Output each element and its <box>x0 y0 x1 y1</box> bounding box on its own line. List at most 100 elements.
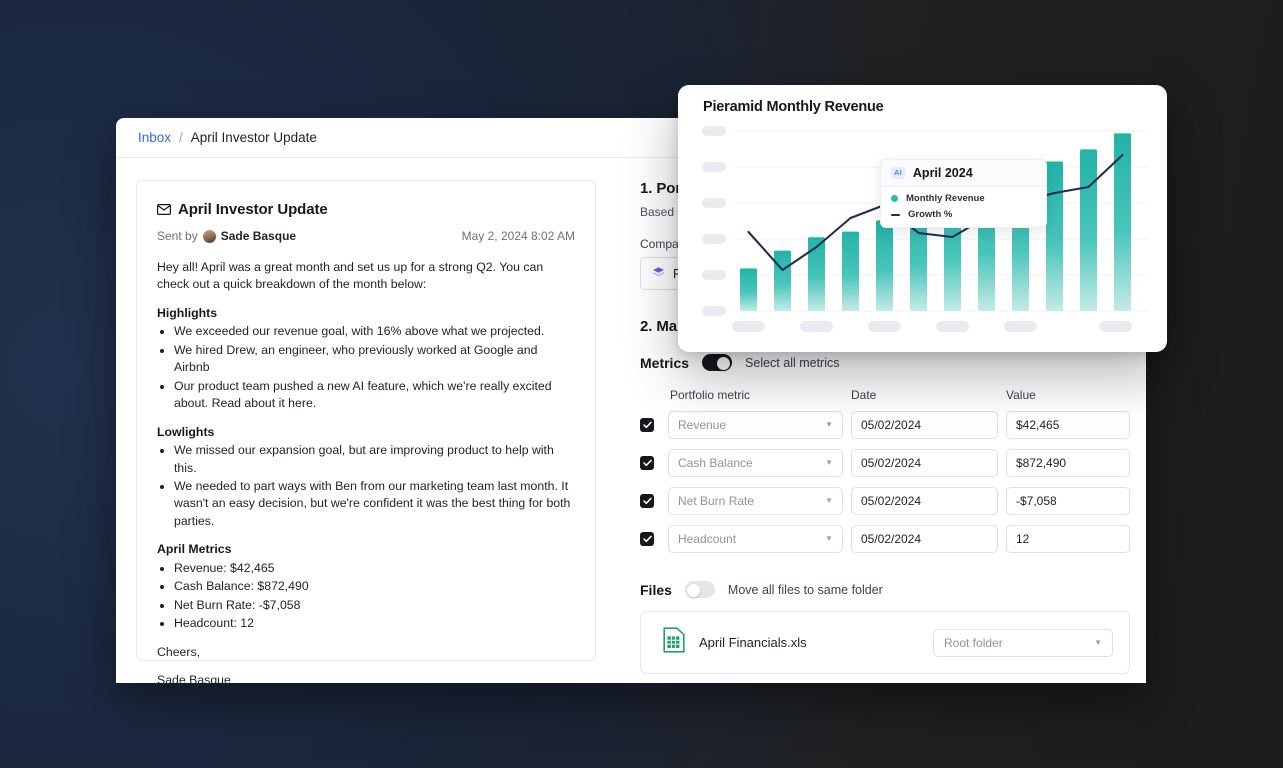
list-item: We hired Drew, an engineer, who previous… <box>174 342 575 377</box>
date-input[interactable]: 05/02/2024 <box>851 449 998 477</box>
list-item: Net Burn Rate: -$7,058 <box>174 597 575 614</box>
value-input[interactable]: $872,490 <box>1006 449 1130 477</box>
chart-legend-tooltip: AI April 2024 Monthly Revenue Growth % <box>880 159 1047 228</box>
highlights-list: We exceeded our revenue goal, with 16% a… <box>157 323 575 412</box>
metric-select-value: Net Burn Rate <box>678 494 754 508</box>
envelope-icon <box>157 204 171 215</box>
value-input[interactable]: 12 <box>1006 525 1130 553</box>
table-row: Revenue ▼ 05/02/2024 $42,465 <box>640 411 1130 439</box>
value-text: 12 <box>1016 532 1029 546</box>
april-metrics-heading: April Metrics <box>157 541 575 558</box>
value-text: $872,490 <box>1016 456 1066 470</box>
chevron-down-icon: ▼ <box>825 497 833 505</box>
spacer <box>157 661 575 672</box>
metric-select[interactable]: Cash Balance ▼ <box>668 449 843 477</box>
list-item: Our product team pushed a new AI feature… <box>174 378 575 413</box>
metric-select-value: Headcount <box>678 532 736 546</box>
value-input[interactable]: $42,465 <box>1006 411 1130 439</box>
ai-badge: AI <box>891 167 905 179</box>
x-axis-skeleton-labels <box>732 321 1132 332</box>
metric-select-value: Revenue <box>678 418 726 432</box>
files-label: Files <box>640 582 672 598</box>
revenue-bar-chart <box>696 123 1149 341</box>
list-item: Cash Balance: $872,490 <box>174 578 575 595</box>
email-body: Hey all! April was a great month and set… <box>157 259 575 683</box>
excel-file-icon <box>663 627 685 658</box>
select-all-metrics-toggle[interactable] <box>702 354 732 371</box>
series-marker-line <box>891 214 900 216</box>
file-name: April Financials.xls <box>699 635 919 650</box>
row-checkbox[interactable] <box>640 494 654 508</box>
layers-icon <box>652 266 665 282</box>
legend-item: Monthly Revenue <box>891 193 1036 204</box>
legend-title: April 2024 <box>913 166 973 180</box>
metric-select[interactable]: Revenue ▼ <box>668 411 843 439</box>
list-item: We missed our expansion goal, but are im… <box>174 442 575 477</box>
breadcrumb-link-inbox[interactable]: Inbox <box>138 130 171 145</box>
metrics-table-header: Portfolio metric Date Value <box>640 388 1130 402</box>
chart-overlay-card: Pieramid Monthly Revenue <box>678 85 1167 352</box>
select-all-metrics-label: Select all metrics <box>745 356 839 370</box>
legend-header: AI April 2024 <box>881 160 1046 187</box>
metrics-toggle-row: Metrics Select all metrics <box>640 354 1116 371</box>
signature-name: Sade Basque <box>157 672 575 683</box>
legend-item-label: Monthly Revenue <box>906 193 985 204</box>
legend-items: Monthly Revenue Growth % <box>881 187 1046 227</box>
breadcrumb-separator: / <box>179 130 183 145</box>
value-input[interactable]: -$7,058 <box>1006 487 1130 515</box>
metric-select-value: Cash Balance <box>678 456 753 470</box>
move-all-files-toggle[interactable] <box>685 581 715 598</box>
row-checkbox[interactable] <box>640 418 654 432</box>
value-text: $42,465 <box>1016 418 1059 432</box>
email-intro: Hey all! April was a great month and set… <box>157 259 575 294</box>
lowlights-list: We missed our expansion goal, but are im… <box>157 442 575 530</box>
metrics-table: Portfolio metric Date Value Revenue ▼ 05/… <box>640 388 1130 553</box>
folder-select-value: Root folder <box>944 636 1003 650</box>
section-map: 2. Map Metrics Select all metrics Portfo… <box>640 318 1116 674</box>
files-toggle-row: Files Move all files to same folder <box>640 581 1116 598</box>
chart-title: Pieramid Monthly Revenue <box>703 99 1149 115</box>
date-input[interactable]: 05/02/2024 <box>851 411 998 439</box>
folder-select[interactable]: Root folder ▼ <box>933 629 1113 657</box>
highlights-heading: Highlights <box>157 305 575 322</box>
column-header-value: Value <box>1006 388 1130 402</box>
metrics-label: Metrics <box>640 355 689 371</box>
email-closing: Cheers, <box>157 644 575 661</box>
sender-name: Sade Basque <box>221 229 296 243</box>
metric-select[interactable]: Headcount ▼ <box>668 525 843 553</box>
move-all-files-label: Move all files to same folder <box>728 583 883 597</box>
toggle-knob <box>717 357 730 370</box>
date-input[interactable]: 05/02/2024 <box>851 525 998 553</box>
y-axis-skeleton-labels <box>702 126 726 316</box>
table-row: Cash Balance ▼ 05/02/2024 $872,490 <box>640 449 1130 477</box>
legend-item: Growth % <box>891 209 1036 220</box>
header-spacer <box>640 388 660 402</box>
sent-by-label: Sent by <box>157 229 198 243</box>
table-row: Net Burn Rate ▼ 05/02/2024 -$7,058 <box>640 487 1130 515</box>
table-row: Headcount ▼ 05/02/2024 12 <box>640 525 1130 553</box>
chevron-down-icon: ▼ <box>825 459 833 467</box>
date-value: 05/02/2024 <box>861 418 921 432</box>
legend-item-label: Growth % <box>908 209 952 220</box>
row-checkbox[interactable] <box>640 456 654 470</box>
list-item: We needed to part ways with Ben from our… <box>174 478 575 530</box>
chevron-down-icon: ▼ <box>825 535 833 543</box>
email-card: April Investor Update Sent by Sade Basqu… <box>136 180 596 661</box>
email-meta: Sent by Sade Basque May 2, 2024 8:02 AM <box>157 229 575 243</box>
email-pane: April Investor Update Sent by Sade Basqu… <box>116 158 616 683</box>
email-header: April Investor Update <box>157 201 575 218</box>
toggle-knob <box>687 584 700 597</box>
column-header-metric: Portfolio metric <box>668 388 843 402</box>
file-card: April Financials.xls Root folder ▼ <box>640 611 1130 674</box>
chevron-down-icon: ▼ <box>825 421 833 429</box>
breadcrumb-current: April Investor Update <box>191 130 317 145</box>
value-text: -$7,058 <box>1016 494 1057 508</box>
row-checkbox[interactable] <box>640 532 654 546</box>
avatar <box>203 230 216 243</box>
chart-plot-area: AI April 2024 Monthly Revenue Growth % <box>696 123 1149 341</box>
metric-select[interactable]: Net Burn Rate ▼ <box>668 487 843 515</box>
date-value: 05/02/2024 <box>861 494 921 508</box>
date-value: 05/02/2024 <box>861 456 921 470</box>
email-timestamp: May 2, 2024 8:02 AM <box>462 229 575 243</box>
date-input[interactable]: 05/02/2024 <box>851 487 998 515</box>
